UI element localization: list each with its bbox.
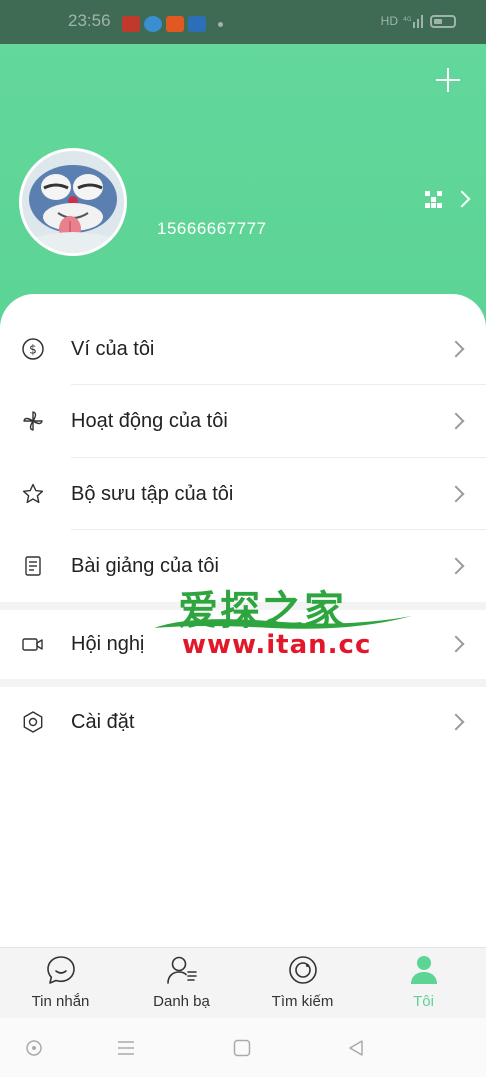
- system-navigation-bar: [0, 1018, 486, 1077]
- menu-item-label: Cài đặt: [71, 710, 135, 733]
- more-notifications-dot: [218, 22, 223, 27]
- phone-number: 15666667777: [157, 219, 267, 238]
- menu-item-label: Hội nghị: [71, 632, 145, 655]
- back-icon[interactable]: [346, 1038, 366, 1058]
- assistant-icon[interactable]: [24, 1038, 44, 1058]
- menu-item-collection[interactable]: Bộ sưu tập của tôi: [0, 458, 486, 530]
- app-notification-icon: [166, 16, 184, 32]
- bottom-tab-bar: Tin nhắn Danh bạ Tìm kiếm Tôi: [0, 947, 486, 1018]
- tab-label: Tìm kiếm: [271, 993, 334, 1010]
- qr-code-button[interactable]: [424, 190, 471, 208]
- document-icon: [25, 556, 41, 576]
- star-icon: [22, 483, 44, 504]
- add-button[interactable]: [434, 66, 462, 94]
- app-notification-icon: [122, 16, 140, 32]
- tab-messages[interactable]: Tin nhắn: [0, 948, 121, 1019]
- chat-bubble-icon: [47, 956, 75, 984]
- notification-icons: [122, 16, 223, 32]
- tab-label: Danh bạ: [153, 993, 210, 1010]
- tab-contacts[interactable]: Danh bạ: [121, 948, 242, 1019]
- avatar[interactable]: [19, 148, 127, 256]
- svg-text:4G: 4G: [403, 16, 412, 23]
- menu-item-label: Hoạt động của tôi: [71, 409, 228, 432]
- network-label: HD: [380, 14, 398, 28]
- hexagon-settings-icon: [23, 711, 43, 733]
- app-notification-icon: [188, 16, 206, 32]
- menu-item-label: Ví của tôi: [71, 337, 155, 360]
- chevron-right-icon: [447, 557, 465, 575]
- signal-icon: 4G: [403, 15, 423, 28]
- home-icon[interactable]: [232, 1038, 252, 1058]
- watermark-url: www.itan.cc: [182, 630, 372, 660]
- chevron-right-icon: [447, 635, 465, 653]
- chevron-right-icon: [447, 713, 465, 731]
- contacts-icon: [167, 956, 197, 984]
- status-time: 23:56: [68, 11, 111, 30]
- battery-icon: [430, 14, 456, 28]
- status-bar: 23:56 HD 4G: [0, 0, 486, 44]
- menu-icon[interactable]: [116, 1038, 136, 1058]
- watermark-swoosh: [154, 616, 412, 629]
- qr-code-icon: [424, 190, 442, 208]
- video-camera-icon: [22, 638, 43, 651]
- explore-icon: [289, 956, 317, 984]
- chevron-right-icon: [447, 340, 465, 358]
- tab-search[interactable]: Tìm kiếm: [242, 948, 363, 1019]
- menu-item-label: Bộ sưu tập của tôi: [71, 482, 234, 505]
- menu-item-activities[interactable]: Hoạt động của tôi: [0, 385, 486, 457]
- menu-item-settings[interactable]: Cài đặt: [0, 686, 486, 758]
- app-notification-icon: [144, 16, 162, 32]
- tab-label: Tin nhắn: [31, 993, 90, 1010]
- chevron-right-icon: [453, 190, 471, 208]
- tab-label: Tôi: [413, 993, 434, 1010]
- chevron-right-icon: [447, 485, 465, 503]
- tab-me[interactable]: Tôi: [363, 948, 484, 1019]
- menu-item-wallet[interactable]: $ Ví của tôi: [0, 313, 486, 385]
- chevron-right-icon: [447, 412, 465, 430]
- status-indicators: HD 4G: [381, 14, 456, 28]
- svg-text:$: $: [29, 343, 37, 357]
- person-icon: [411, 956, 437, 984]
- watermark-logo: 爱探之家 www.itan.cc: [152, 578, 414, 660]
- menu-item-label: Bài giảng của tôi: [71, 554, 219, 577]
- dollar-circle-icon: $: [22, 338, 44, 360]
- pinwheel-icon: [23, 411, 43, 431]
- avatar-image: [22, 151, 124, 253]
